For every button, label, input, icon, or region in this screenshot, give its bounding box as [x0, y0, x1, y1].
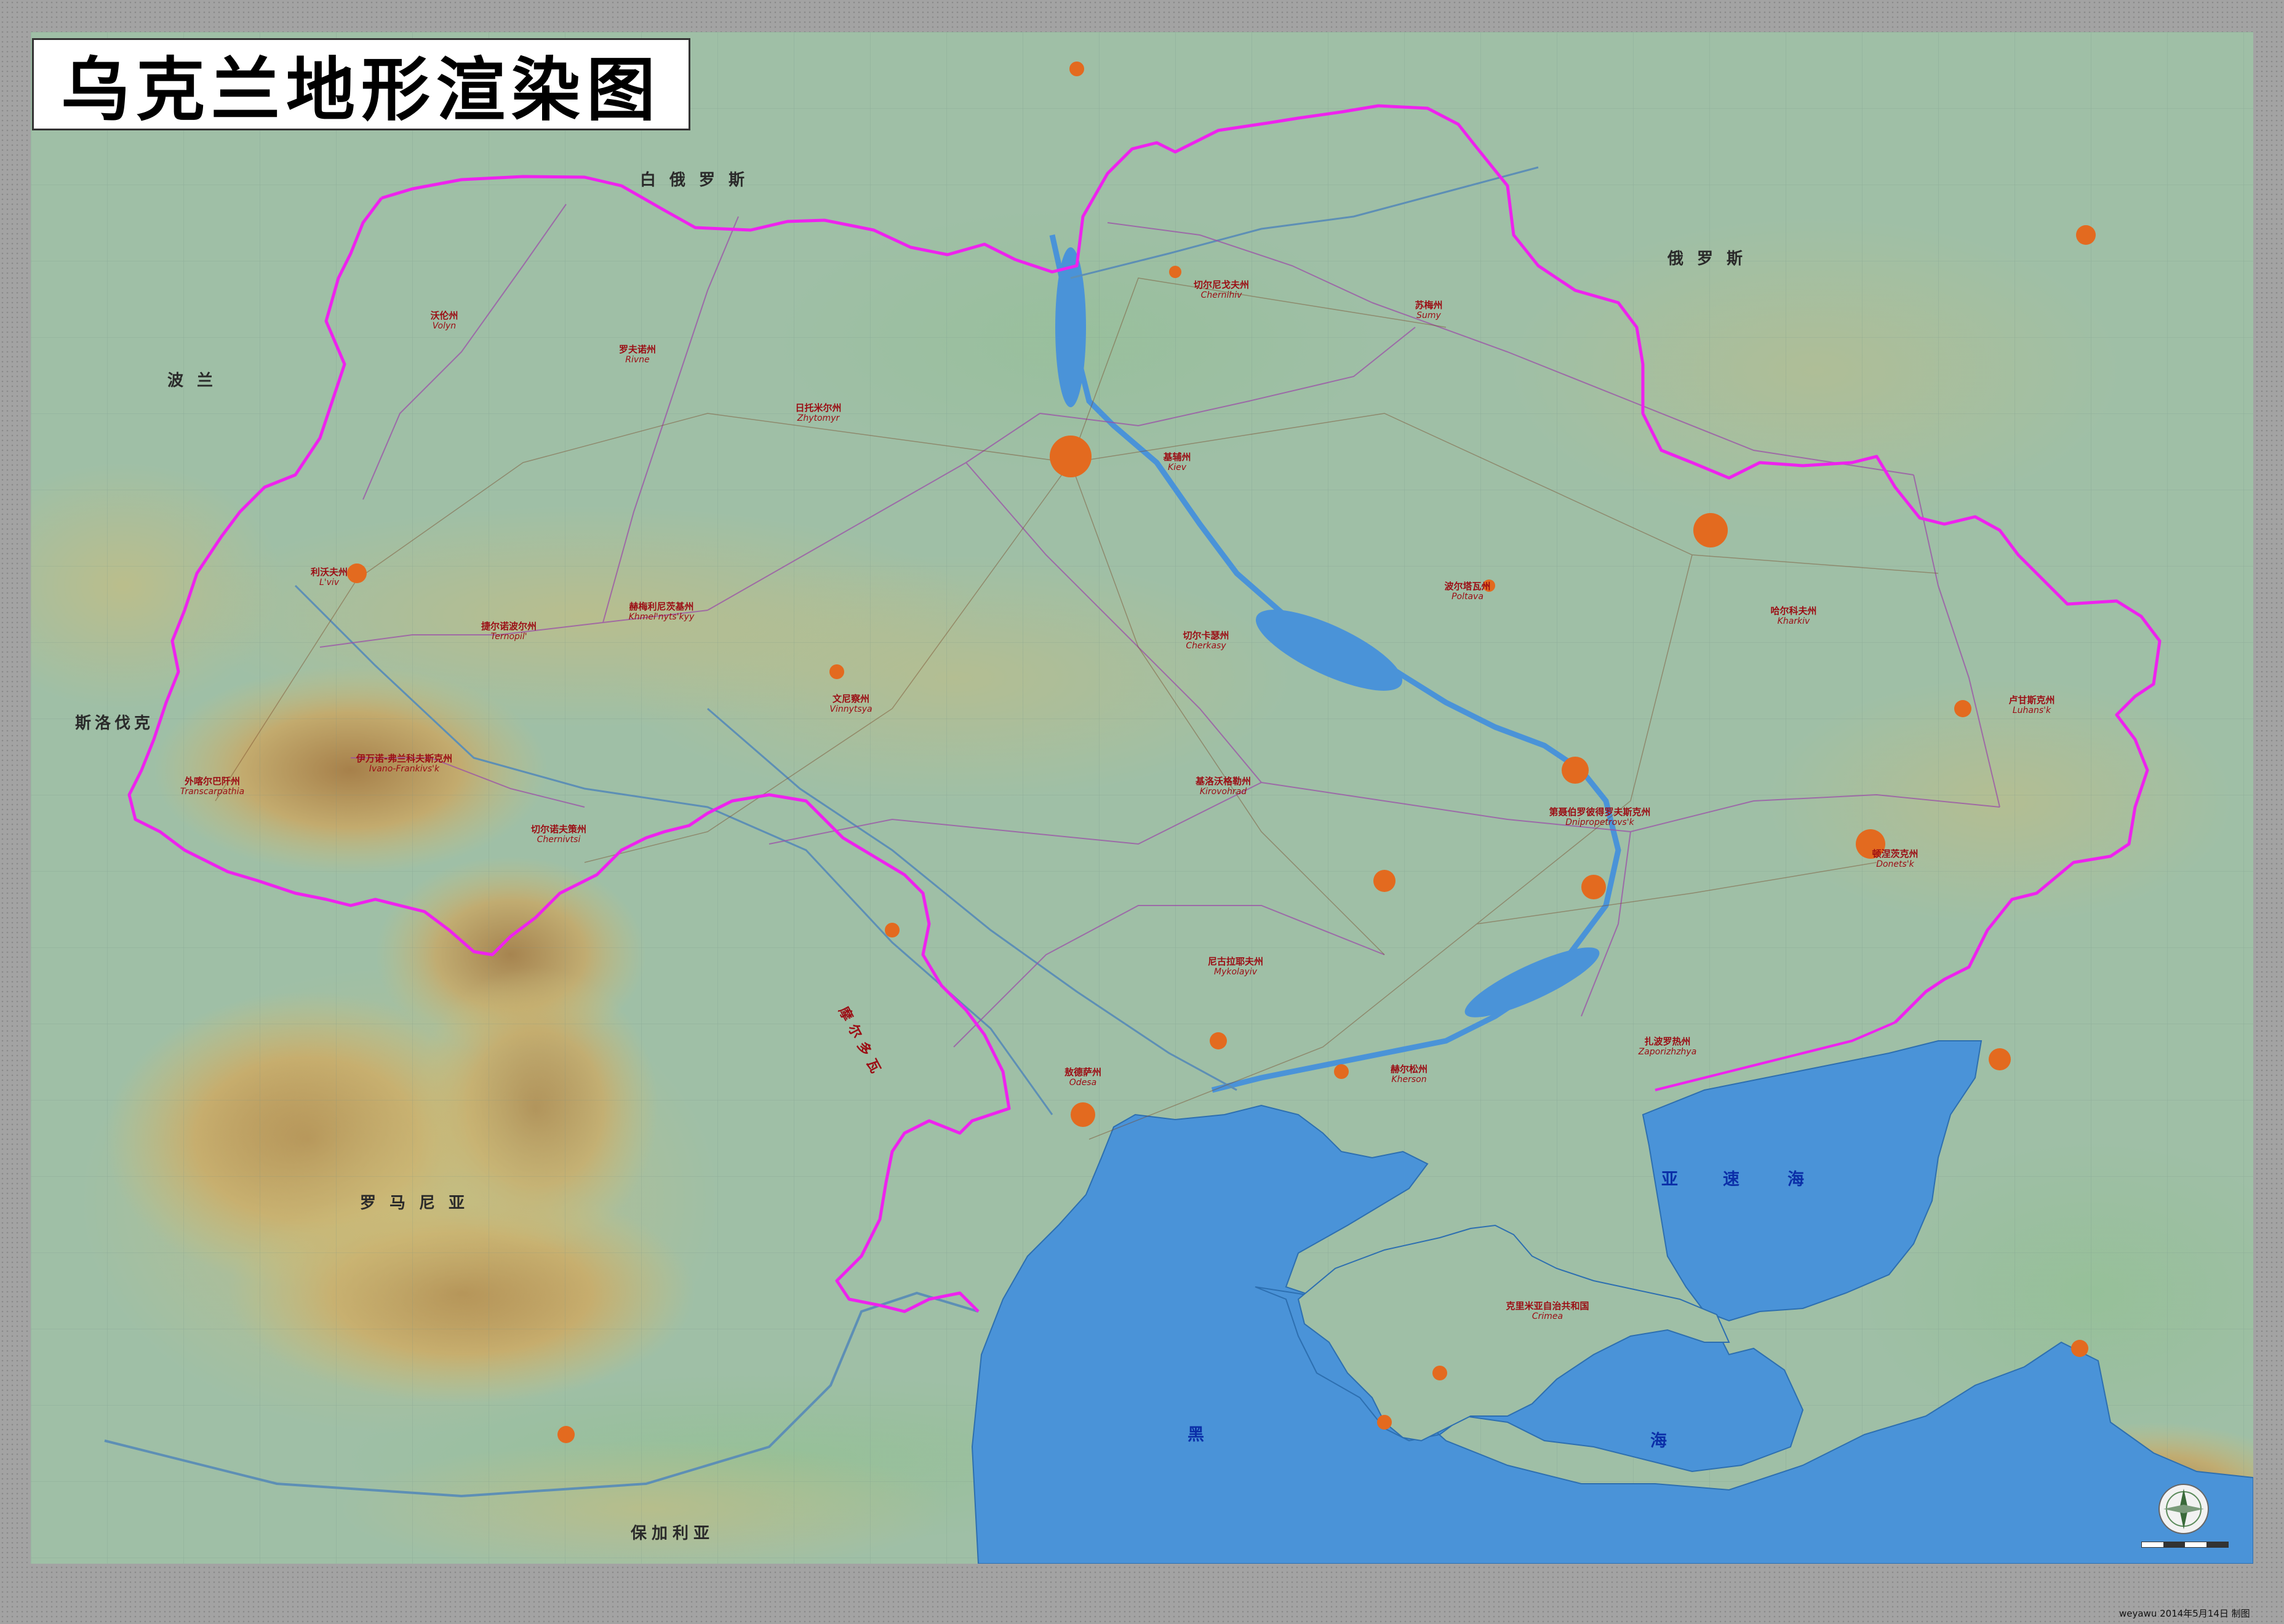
- region-label: 捷尔诺波尔州 Ternopil': [481, 621, 537, 642]
- bucharest-city: [557, 1426, 575, 1443]
- kryvyi-rih-city: [1373, 870, 1396, 892]
- kharkiv-city: [1693, 513, 1728, 547]
- sea-azov-3: 海: [1787, 1170, 1807, 1189]
- zaporizhzhia-city: [1581, 875, 1606, 899]
- krasnodar-city: [2071, 1340, 2088, 1357]
- label-russia: 俄罗斯: [1667, 250, 1757, 268]
- region-label: 文尼察州 Vinnytsya: [829, 693, 872, 715]
- map-credit: weyawu 2014年5月14日 制图: [2119, 1608, 2250, 1619]
- region-label: 赫梅利尼茨基州 Khmel'nyts'kyy: [628, 601, 695, 623]
- map-frame: 乌克兰地形渲染图 白俄罗斯 俄罗斯 波兰 斯洛伐克 罗马尼亚 保加利亚 摩尔多瓦…: [0, 0, 2284, 1624]
- sea-black-2: 海: [1650, 1431, 1669, 1451]
- region-label: 罗夫诺州 Rivne: [618, 344, 657, 365]
- kyiv-city: [1050, 436, 1092, 477]
- label-slovakia: 斯洛伐克: [75, 714, 154, 733]
- chernihiv-city: [1169, 266, 1181, 278]
- region-label: 基洛沃格勒州 Kirovohrad: [1195, 776, 1252, 797]
- terrain-svg: [31, 32, 2253, 1564]
- minsk-city: [1069, 62, 1084, 76]
- region-label: 敖德萨州 Odesa: [1064, 1067, 1102, 1088]
- odesa-city: [1071, 1102, 1095, 1127]
- terrain-map: [31, 32, 2253, 1564]
- vinnytsia-city: [829, 664, 844, 679]
- map-title: 乌克兰地形渲染图: [61, 50, 661, 130]
- region-label: 卢甘斯克州 Luhans'k: [2008, 695, 2055, 716]
- mykolaiv-city: [1210, 1032, 1227, 1049]
- region-label: 哈尔科夫州 Kharkiv: [1770, 605, 1817, 627]
- region-label: 赫尔松州 Kherson: [1390, 1064, 1428, 1085]
- region-label: 扎波罗热州 Zaporizhzhya: [1638, 1036, 1697, 1057]
- sea-black-1: 黑: [1188, 1425, 1207, 1444]
- region-label: 外喀尔巴阡州 Transcarpathia: [180, 776, 245, 797]
- region-label: 伊万诺-弗兰科夫斯克州 Ivano-Frankivs'k: [356, 753, 453, 774]
- region-label: 切尔卡瑟州 Cherkasy: [1183, 630, 1229, 651]
- region-label: 日托米尔州 Zhytomyr: [795, 402, 842, 424]
- luhansk-city: [1954, 700, 1971, 717]
- label-bulgaria: 保加利亚: [631, 1524, 715, 1543]
- lviv-city: [347, 563, 367, 583]
- sevastopol-city: [1377, 1415, 1392, 1430]
- region-label: 尼古拉耶夫州 Mykolayiv: [1207, 956, 1264, 977]
- sea-azov-1: 亚: [1661, 1170, 1680, 1189]
- simferopol-city: [1432, 1366, 1447, 1380]
- region-label: 顿涅茨克州 Donets'k: [1872, 848, 1919, 870]
- region-label: 波尔塔瓦州 Poltava: [1444, 581, 1491, 602]
- compass-rose-icon: [2158, 1484, 2209, 1534]
- region-label: 克里米亚自治共和国 Crimea: [1506, 1300, 1589, 1322]
- region-label: 切尔诺夫策州 Chernivtsi: [530, 824, 587, 845]
- scale-bar: [2141, 1542, 2229, 1548]
- region-label: 第聂伯罗彼得罗夫斯克州 Dnipropetrovs'k: [1549, 806, 1651, 828]
- title-box: 乌克兰地形渲染图: [32, 38, 690, 130]
- rostov-city: [1989, 1048, 2011, 1070]
- voronezh-city: [2076, 225, 2096, 245]
- label-poland: 波兰: [167, 372, 227, 390]
- region-label: 利沃夫州 L'viv: [310, 567, 348, 588]
- region-label: 基辅州 Kiev: [1163, 452, 1191, 473]
- label-belarus: 白俄罗斯: [640, 171, 759, 189]
- chisinau-city: [885, 923, 900, 937]
- label-romania: 罗马尼亚: [360, 1194, 479, 1212]
- dnipro-city: [1562, 757, 1589, 784]
- region-label: 切尔尼戈夫州 Chernihiv: [1193, 279, 1250, 301]
- region-label: 苏梅州 Sumy: [1415, 300, 1443, 321]
- region-label: 沃伦州 Volyn: [430, 310, 458, 332]
- kherson-city: [1334, 1064, 1349, 1079]
- sea-azov-2: 速: [1723, 1170, 1742, 1189]
